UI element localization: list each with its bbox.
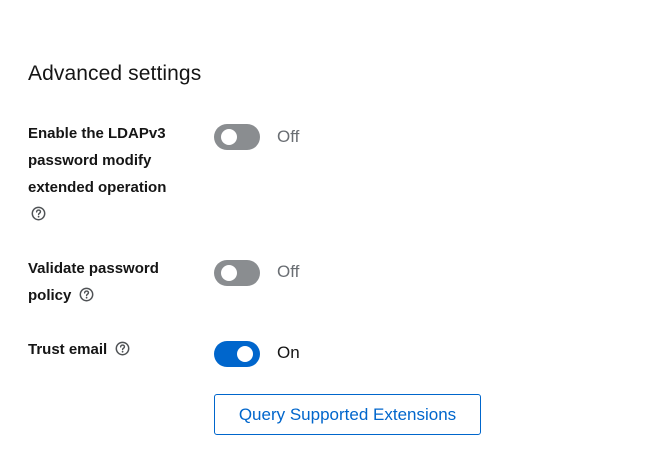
- toggle-knob: [221, 129, 237, 145]
- label-line: Enable the LDAPv3: [28, 125, 166, 142]
- toggle-state-text: Off: [277, 127, 300, 146]
- advanced-settings-panel: Advanced settings Enable the LDAPv3 pass…: [0, 0, 648, 471]
- query-supported-extensions-button[interactable]: Query Supported Extensions: [214, 394, 481, 435]
- help-icon[interactable]: [79, 287, 94, 302]
- toggle-state-text: On: [277, 343, 300, 362]
- setting-label-trust-email: Trust email: [28, 336, 188, 363]
- setting-label-ldapv3-password-modify: Enable the LDAPv3 password modify extend…: [28, 120, 188, 228]
- help-icon[interactable]: [31, 206, 46, 221]
- toggle-validate-password-policy[interactable]: [214, 260, 260, 286]
- help-icon[interactable]: [115, 341, 130, 356]
- label-line: extended operation: [28, 179, 167, 196]
- toggle-state-text: Off: [277, 262, 300, 281]
- toggle-knob: [221, 265, 237, 281]
- label-line: Trust email: [28, 341, 108, 358]
- toggle-knob: [237, 346, 253, 362]
- label-line: policy: [28, 287, 72, 304]
- setting-label-validate-password-policy: Validate password policy: [28, 255, 188, 309]
- section-title: Advanced settings: [28, 62, 202, 85]
- label-line: password modify: [28, 152, 152, 169]
- toggle-trust-email[interactable]: [214, 341, 260, 367]
- label-line: Validate password: [28, 260, 159, 277]
- toggle-ldapv3-password-modify[interactable]: [214, 124, 260, 150]
